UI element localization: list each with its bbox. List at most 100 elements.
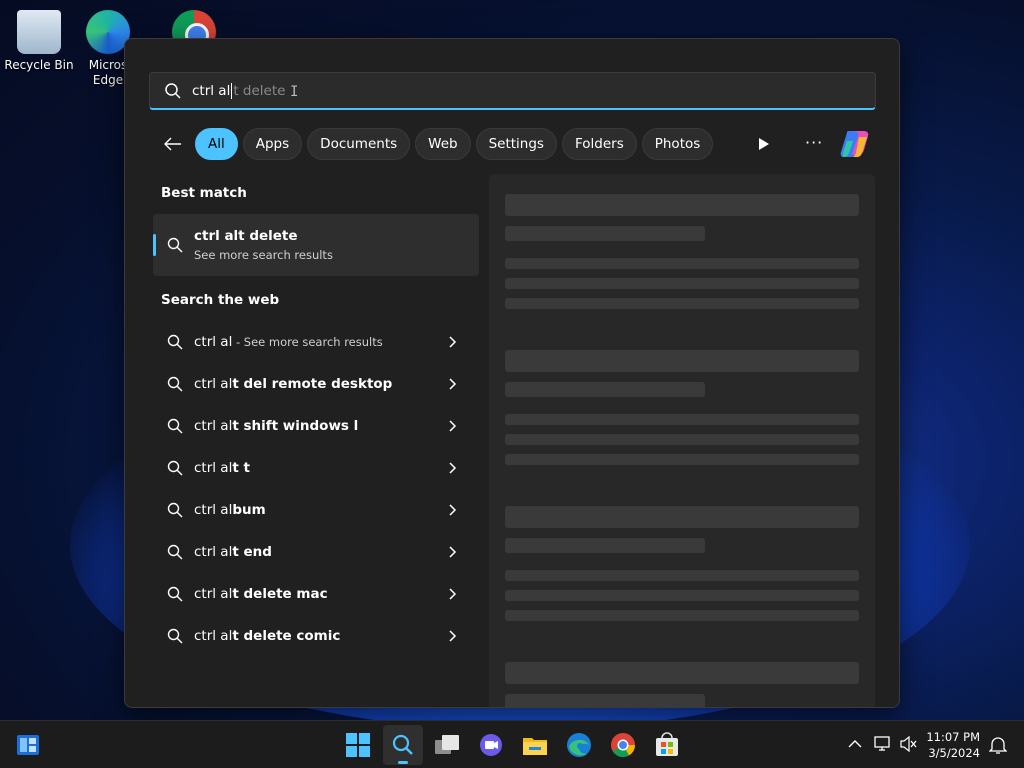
skeleton-placeholder	[505, 506, 859, 528]
search-panel: ctrl al t delete I All Apps Documents Web…	[124, 38, 900, 708]
desktop-icon-recycle-bin[interactable]: Recycle Bin	[1, 4, 77, 72]
filter-bar: All Apps Documents Web Settings Folders …	[161, 128, 718, 160]
web-result-completion: t del remote desktop	[232, 376, 393, 392]
web-result-completion: bum	[232, 502, 266, 518]
network-icon[interactable]	[873, 735, 893, 753]
taskbar-search-button[interactable]	[383, 725, 423, 765]
web-result-item[interactable]: ctrl alt delete comic	[153, 615, 473, 657]
chevron-right-icon	[449, 420, 457, 432]
more-options-icon[interactable]: ···	[805, 133, 823, 152]
skeleton-placeholder	[505, 570, 859, 581]
web-result-item[interactable]: ctrl al - See more search results	[153, 321, 473, 363]
microsoft-store-icon[interactable]	[653, 731, 681, 759]
web-result-item[interactable]: ctrl alt end	[153, 531, 473, 573]
filter-folders[interactable]: Folders	[561, 128, 637, 160]
start-windows-icon[interactable]	[344, 731, 372, 759]
search-input[interactable]: ctrl al t delete I	[149, 72, 876, 110]
search-icon	[167, 502, 183, 518]
chrome-icon[interactable]	[609, 731, 637, 759]
ibeam-cursor-icon: I	[290, 84, 299, 100]
notification-bell-icon[interactable]	[989, 735, 1007, 755]
clock-time: 11:07 PM	[926, 730, 980, 744]
chevron-right-icon	[449, 546, 457, 558]
desktop-icon-label: Recycle Bin	[4, 58, 74, 72]
task-view-icon[interactable]	[433, 731, 461, 759]
skeleton-placeholder	[505, 414, 859, 425]
web-result-label: ctrl alt delete mac	[194, 586, 328, 602]
chevron-up-icon[interactable]	[848, 739, 862, 749]
web-result-completion: t shift windows l	[232, 418, 359, 434]
web-result-prefix: ctrl al	[194, 502, 233, 518]
skeleton-placeholder	[505, 538, 705, 553]
web-result-item[interactable]: ctrl alt delete mac	[153, 573, 473, 615]
web-result-item[interactable]: ctrl alt shift windows l	[153, 405, 473, 447]
filter-all[interactable]: All	[195, 128, 238, 160]
file-explorer-icon[interactable]	[521, 731, 549, 759]
skeleton-placeholder	[505, 194, 859, 216]
play-icon[interactable]	[753, 134, 773, 154]
back-button[interactable]	[161, 129, 185, 159]
web-result-item[interactable]: ctrl alt del remote desktop	[153, 363, 473, 405]
search-icon	[167, 334, 183, 350]
search-icon	[167, 376, 183, 392]
chevron-right-icon	[449, 588, 457, 600]
filter-apps[interactable]: Apps	[242, 128, 303, 160]
skeleton-placeholder	[505, 454, 859, 465]
search-icon	[165, 82, 181, 99]
search-icon	[167, 418, 183, 434]
web-result-label: ctrl al - See more search results	[194, 334, 383, 350]
search-autocomplete: t delete	[233, 82, 286, 99]
copilot-icon[interactable]	[839, 129, 871, 159]
taskbar: 11:07 PM 3/5/2024	[0, 720, 1024, 768]
recycle-bin-icon	[17, 10, 61, 54]
search-query-text: ctrl al	[192, 82, 231, 99]
best-match-item[interactable]: ctrl alt delete See more search results	[153, 214, 479, 276]
best-match-heading: Best match	[161, 185, 247, 201]
skeleton-placeholder	[505, 434, 859, 445]
search-icon	[167, 237, 183, 253]
web-result-label: ctrl alt shift windows l	[194, 418, 358, 434]
web-result-completion: t delete mac	[232, 586, 328, 602]
text-caret	[231, 82, 233, 99]
web-result-completion: t delete comic	[232, 628, 341, 644]
web-result-item[interactable]: ctrl album	[153, 489, 473, 531]
web-result-prefix: ctrl al	[194, 586, 233, 602]
widgets-icon[interactable]	[14, 731, 42, 759]
filter-documents[interactable]: Documents	[307, 128, 411, 160]
search-icon	[167, 586, 183, 602]
filter-photos[interactable]: Photos	[641, 128, 714, 160]
search-icon	[167, 460, 183, 476]
filter-web[interactable]: Web	[415, 128, 471, 160]
best-match-title: ctrl alt delete	[194, 228, 298, 244]
chevron-right-icon	[449, 630, 457, 642]
web-result-prefix: ctrl al	[194, 544, 233, 560]
volume-muted-icon[interactable]	[899, 735, 919, 753]
skeleton-placeholder	[505, 610, 859, 621]
web-result-label: ctrl alt del remote desktop	[194, 376, 392, 392]
chevron-right-icon	[449, 504, 457, 516]
web-result-item[interactable]: ctrl alt t	[153, 447, 473, 489]
back-arrow-icon	[164, 137, 181, 151]
skeleton-placeholder	[505, 258, 859, 269]
skeleton-placeholder	[505, 662, 859, 684]
search-icon	[392, 734, 413, 755]
teams-chat-icon[interactable]	[477, 731, 505, 759]
search-icon	[167, 544, 183, 560]
web-results-list: ctrl al - See more search results ctrl al…	[153, 321, 473, 657]
web-result-completion: t t	[232, 460, 250, 476]
search-icon	[167, 628, 183, 644]
skeleton-placeholder	[505, 226, 705, 241]
web-result-prefix: ctrl al	[194, 460, 233, 476]
skeleton-placeholder	[505, 350, 859, 372]
web-result-prefix: ctrl al	[194, 334, 233, 350]
skeleton-placeholder	[505, 590, 859, 601]
skeleton-placeholder	[505, 298, 859, 309]
web-result-hint: - See more search results	[232, 335, 383, 349]
filter-settings[interactable]: Settings	[475, 128, 557, 160]
web-result-label: ctrl alt delete comic	[194, 628, 340, 644]
web-result-label: ctrl album	[194, 502, 266, 518]
edge-icon[interactable]	[565, 731, 593, 759]
clock[interactable]: 11:07 PM 3/5/2024	[926, 729, 980, 761]
skeleton-placeholder	[505, 278, 859, 289]
chevron-right-icon	[449, 378, 457, 390]
